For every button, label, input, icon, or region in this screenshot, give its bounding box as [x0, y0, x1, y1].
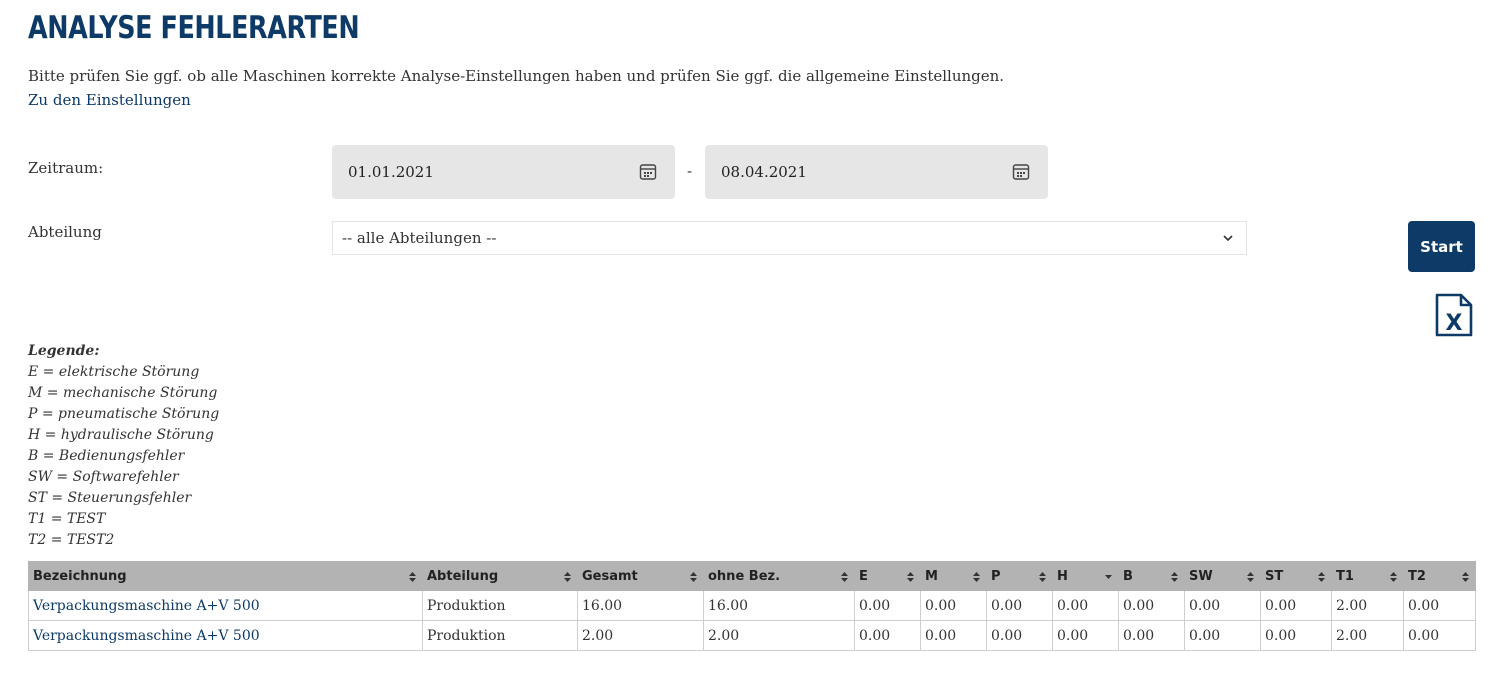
sort-icon: [564, 572, 571, 582]
column-header[interactable]: ST: [1260, 561, 1332, 591]
legend-item: H = hydraulische Störung: [28, 427, 214, 443]
column-header[interactable]: ohne Bez.: [703, 561, 855, 591]
table-cell: 0.00: [1184, 620, 1261, 651]
legend-item: ST = Steuerungsfehler: [28, 490, 192, 506]
table-cell: 0.00: [986, 590, 1053, 621]
table-cell: 2.00: [577, 620, 704, 651]
legend-item: M = mechanische Störung: [28, 385, 218, 401]
chevron-down-icon: [1223, 235, 1233, 242]
table-cell: 0.00: [1403, 590, 1476, 621]
sort-icon: [907, 572, 914, 582]
table-row: Verpackungsmaschine A+V 500 Produktion 1…: [28, 590, 1476, 621]
column-header-label: SW: [1189, 568, 1213, 584]
sort-icon: [973, 572, 980, 582]
period-label: Zeitraum:: [28, 159, 104, 177]
sort-icon: [1390, 572, 1397, 582]
table-cell: 0.00: [1403, 620, 1476, 651]
legend-item: E = elektrische Störung: [28, 364, 200, 380]
date-separator: -: [687, 162, 693, 180]
table-cell: 0.00: [1260, 590, 1332, 621]
sort-icon: [409, 572, 416, 582]
table-cell: Verpackungsmaschine A+V 500: [28, 620, 423, 651]
table-cell: 0.00: [1118, 620, 1185, 651]
sort-icon: [1039, 572, 1046, 582]
column-header[interactable]: B: [1118, 561, 1185, 591]
date-from-value: 01.01.2021: [348, 163, 434, 181]
table-cell: 0.00: [986, 620, 1053, 651]
start-button[interactable]: Start: [1408, 221, 1475, 272]
table-cell: 0.00: [1260, 620, 1332, 651]
column-header[interactable]: E: [854, 561, 921, 591]
legend-item: P = pneumatische Störung: [28, 406, 220, 422]
table-cell: 16.00: [577, 590, 704, 621]
legend-item: T1 = TEST: [28, 511, 106, 527]
table-cell: 0.00: [854, 620, 921, 651]
sort-icon: [841, 572, 848, 582]
table-row: Verpackungsmaschine A+V 500 Produktion 2…: [28, 620, 1476, 651]
sort-icon: [1462, 572, 1469, 582]
sort-desc-icon: [1105, 575, 1112, 579]
svg-text:X: X: [1446, 311, 1463, 336]
sort-icon: [1171, 572, 1178, 582]
sort-icon: [1318, 572, 1325, 582]
table-cell: 16.00: [703, 590, 855, 621]
column-header-label: B: [1123, 568, 1133, 584]
column-header-label: T1: [1336, 568, 1354, 584]
page-title: ANALYSE FEHLERARTEN: [28, 10, 360, 46]
calendar-icon[interactable]: [639, 163, 657, 181]
intro: Bitte prüfen Sie ggf. ob alle Maschinen …: [28, 64, 1004, 112]
table-cell: 0.00: [1052, 590, 1119, 621]
table-cell: 0.00: [920, 620, 987, 651]
table-cell: 0.00: [920, 590, 987, 621]
table-cell: 0.00: [1118, 590, 1185, 621]
calendar-icon[interactable]: [1012, 163, 1030, 181]
table-cell: 2.00: [1331, 590, 1404, 621]
table-cell: Verpackungsmaschine A+V 500: [28, 590, 423, 621]
column-header-label: P: [991, 568, 1001, 584]
column-header[interactable]: Abteilung: [422, 561, 578, 591]
column-header-label: ohne Bez.: [708, 568, 781, 584]
department-select[interactable]: -- alle Abteilungen --: [332, 221, 1247, 255]
column-header-label: ST: [1265, 568, 1284, 584]
column-header[interactable]: H: [1052, 561, 1119, 591]
date-to-field[interactable]: 08.04.2021: [705, 145, 1048, 199]
column-header[interactable]: T2: [1403, 561, 1476, 591]
department-selected-value: -- alle Abteilungen --: [342, 229, 497, 247]
legend: Legende: E = elektrische Störung M = mec…: [28, 341, 219, 551]
table-cell: 2.00: [1331, 620, 1404, 651]
table-cell: Produktion: [422, 620, 578, 651]
date-to-value: 08.04.2021: [721, 163, 807, 181]
legend-title: Legende:: [28, 343, 100, 359]
sort-icon: [690, 572, 697, 582]
table-header-row: Bezeichnung Abteilung Gesamt ohne Bez. E…: [28, 561, 1476, 591]
legend-item: T2 = TEST2: [28, 532, 115, 548]
column-header[interactable]: Gesamt: [577, 561, 704, 591]
column-header-label: E: [859, 568, 868, 584]
legend-item: B = Bedienungsfehler: [28, 448, 185, 464]
legend-item: SW = Softwarefehler: [28, 469, 179, 485]
column-header-label: Abteilung: [427, 568, 499, 584]
table-cell: 0.00: [1184, 590, 1261, 621]
excel-export-icon[interactable]: X: [1434, 293, 1474, 337]
date-from-field[interactable]: 01.01.2021: [332, 145, 675, 199]
fault-types-table: Bezeichnung Abteilung Gesamt ohne Bez. E…: [28, 561, 1476, 651]
column-header-label: Bezeichnung: [33, 568, 127, 584]
column-header-label: T2: [1408, 568, 1426, 584]
table-cell: 2.00: [703, 620, 855, 651]
department-label: Abteilung: [28, 223, 102, 241]
column-header[interactable]: P: [986, 561, 1053, 591]
table-cell: 0.00: [1052, 620, 1119, 651]
column-header-label: H: [1057, 568, 1068, 584]
sort-icon: [1247, 572, 1254, 582]
table-cell: Produktion: [422, 590, 578, 621]
intro-text: Bitte prüfen Sie ggf. ob alle Maschinen …: [28, 67, 1005, 85]
column-header[interactable]: M: [920, 561, 987, 591]
column-header[interactable]: Bezeichnung: [28, 561, 423, 591]
column-header-label: Gesamt: [582, 568, 638, 584]
table-cell: 0.00: [854, 590, 921, 621]
settings-link[interactable]: Zu den Einstellungen: [28, 88, 191, 112]
column-header[interactable]: T1: [1331, 561, 1404, 591]
column-header-label: M: [925, 568, 938, 584]
column-header[interactable]: SW: [1184, 561, 1261, 591]
